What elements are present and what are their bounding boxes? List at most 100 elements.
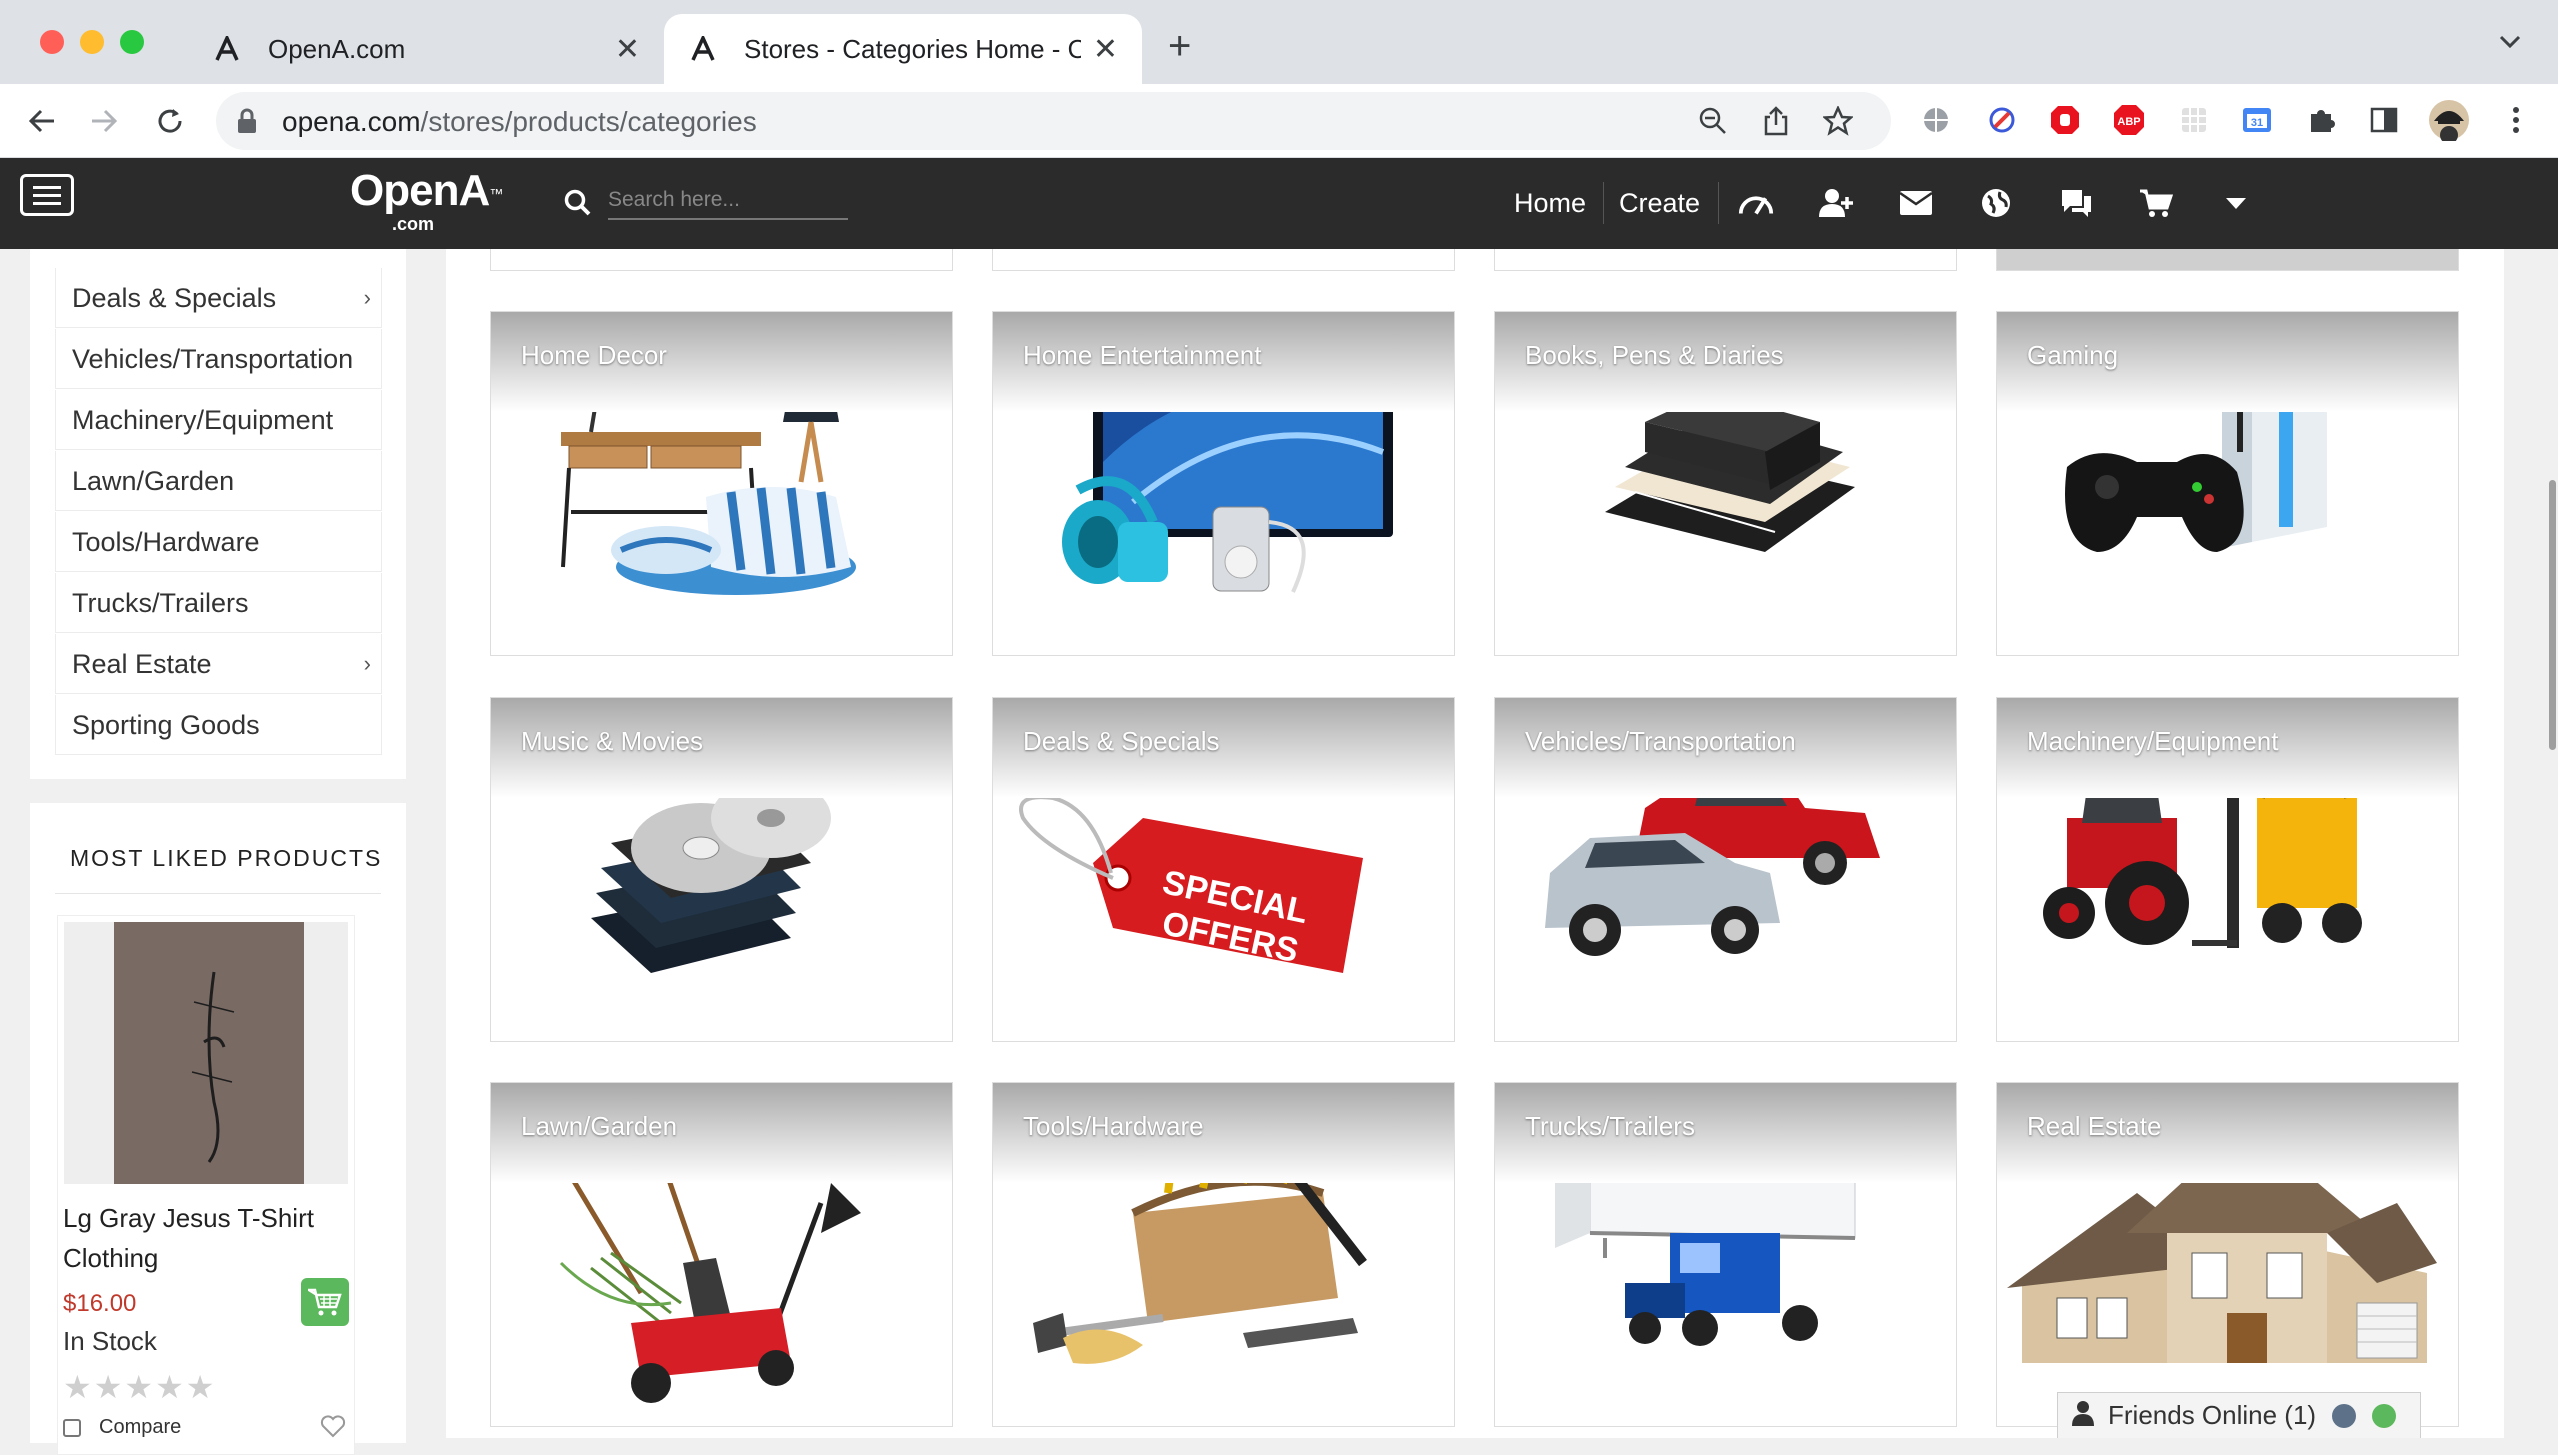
- category-card-gaming[interactable]: Gaming: [1996, 311, 2459, 656]
- category-label[interactable]: Machinery/Equipment: [2027, 726, 2278, 757]
- category-card-tools[interactable]: Tools/Hardware: [992, 1082, 1455, 1427]
- browser-tab-opena[interactable]: OpenA.com ✕: [188, 14, 664, 84]
- zoom-icon[interactable]: [1696, 104, 1730, 138]
- category-card-books[interactable]: Books, Pens & Diaries: [1494, 311, 1957, 656]
- category-label[interactable]: Deals & Specials: [1023, 726, 1220, 757]
- category-card-home-decor[interactable]: Home Decor: [490, 311, 953, 656]
- back-button[interactable]: [22, 101, 62, 141]
- card-stub: [1996, 249, 2459, 271]
- category-card-vehicles[interactable]: Vehicles/Transportation: [1494, 697, 1957, 1042]
- profile-avatar[interactable]: [2428, 99, 2470, 141]
- sidebar-item-lawn-garden[interactable]: Lawn/Garden: [55, 451, 382, 511]
- card-stub: [992, 249, 1455, 271]
- product-card[interactable]: Lg Gray Jesus T-Shirt Clothing $16.00 In…: [57, 915, 355, 1455]
- category-label[interactable]: Tools/Hardware: [1023, 1111, 1204, 1142]
- product-name-link[interactable]: Lg Gray Jesus T-Shirt Clothing: [63, 1198, 353, 1278]
- nav-home-link[interactable]: Home: [1514, 188, 1586, 219]
- browser-menu-icon[interactable]: [2498, 102, 2534, 138]
- tab-title: Stores - Categories Home - Op: [744, 33, 1081, 64]
- category-card-lawn[interactable]: Lawn/Garden: [490, 1082, 953, 1427]
- svg-text:ABP: ABP: [2117, 116, 2140, 128]
- wishlist-heart-icon[interactable]: [320, 1414, 346, 1443]
- sidebar-item-label: Real Estate: [72, 649, 212, 679]
- sidebar-item-sporting-goods[interactable]: Sporting Goods: [55, 695, 382, 755]
- window-minimize-button[interactable]: [80, 30, 104, 54]
- hand-stop-extension-icon[interactable]: [2047, 102, 2083, 138]
- add-to-cart-button[interactable]: [301, 1278, 349, 1326]
- site-search-input[interactable]: [608, 182, 848, 220]
- side-panel-icon[interactable]: [2366, 102, 2402, 138]
- sidebar-item-label: Vehicles/Transportation: [72, 344, 354, 374]
- sidebar-item-tools-hardware[interactable]: Tools/Hardware: [55, 512, 382, 572]
- card-stub: [1494, 249, 1957, 271]
- category-label[interactable]: Home Entertainment: [1023, 340, 1261, 371]
- browser-tab-stores[interactable]: Stores - Categories Home - Op ✕: [664, 14, 1142, 84]
- puzzle-extensions-icon[interactable]: [2303, 102, 2339, 138]
- site-logo[interactable]: OpenA™ .com: [350, 166, 503, 234]
- forward-button[interactable]: [84, 101, 124, 141]
- page-scrollbar[interactable]: [2549, 480, 2556, 750]
- status-dot: [2332, 1403, 2357, 1428]
- grid-extension-icon[interactable]: [2176, 102, 2212, 138]
- calendar-extension-icon[interactable]: 31: [2239, 102, 2275, 138]
- compare-label: Compare: [99, 1416, 182, 1438]
- product-stock-status: In Stock: [63, 1326, 157, 1356]
- nav-create-link[interactable]: Create: [1619, 188, 1700, 219]
- category-label[interactable]: Vehicles/Transportation: [1525, 726, 1796, 757]
- window-close-button[interactable]: [40, 30, 64, 54]
- caret-down-icon[interactable]: [2217, 184, 2255, 222]
- new-tab-button[interactable]: +: [1168, 26, 1191, 66]
- category-card-music[interactable]: Music & Movies: [490, 697, 953, 1042]
- tab-close-icon[interactable]: ✕: [615, 32, 640, 67]
- sidebar-item-vehicles-transportation[interactable]: Vehicles/Transportation: [55, 329, 382, 389]
- category-card-trucks[interactable]: Trucks/Trailers: [1494, 1082, 1957, 1427]
- category-card-deals[interactable]: SPECIAL OFFERS Deals & Specials: [992, 697, 1455, 1042]
- category-card-home-entertainment[interactable]: Home Entertainment: [992, 311, 1455, 656]
- sidebar-item-label: Deals & Specials: [72, 283, 277, 313]
- compare-checkbox[interactable]: Compare: [63, 1416, 181, 1439]
- friends-online-bar[interactable]: Friends Online (1): [2057, 1392, 2421, 1438]
- category-card-realestate[interactable]: Real Estate: [1996, 1082, 2459, 1427]
- add-friend-icon[interactable]: [1817, 184, 1855, 222]
- cart-icon[interactable]: [2137, 184, 2175, 222]
- address-bar[interactable]: opena.com/stores/products/categories: [216, 92, 1891, 150]
- sidebar-item-trucks-trailers[interactable]: Trucks/Trailers: [55, 573, 382, 633]
- category-label[interactable]: Real Estate: [2027, 1111, 2161, 1142]
- share-icon[interactable]: [1759, 104, 1793, 138]
- bookmark-star-icon[interactable]: [1821, 104, 1855, 138]
- nav-divider: [1603, 182, 1604, 224]
- card-stub: [490, 249, 953, 271]
- product-image[interactable]: [64, 922, 348, 1184]
- dashboard-icon[interactable]: [1737, 184, 1775, 222]
- category-label[interactable]: Home Decor: [521, 340, 667, 371]
- category-label[interactable]: Books, Pens & Diaries: [1525, 340, 1784, 371]
- globe-icon[interactable]: [1977, 184, 2015, 222]
- chat-icon[interactable]: [2057, 184, 2095, 222]
- tab-search-chevron-icon[interactable]: [2498, 34, 2522, 55]
- window-maximize-button[interactable]: [120, 30, 144, 54]
- user-icon: [2072, 1400, 2094, 1431]
- chevron-right-icon: ›: [363, 285, 371, 310]
- adblock-plus-icon[interactable]: ABP: [2111, 102, 2147, 138]
- sidebar-item-deals-specials[interactable]: Deals & Specials ›: [55, 268, 382, 328]
- category-card-machinery[interactable]: Machinery/Equipment: [1996, 697, 2459, 1042]
- sidebar-item-real-estate[interactable]: Real Estate ›: [55, 634, 382, 694]
- category-label[interactable]: Gaming: [2027, 340, 2118, 371]
- search-icon[interactable]: [563, 188, 593, 223]
- globe-extension-icon[interactable]: [1918, 102, 1954, 138]
- sidebar-item-machinery-equipment[interactable]: Machinery/Equipment: [55, 390, 382, 450]
- tab-close-icon[interactable]: ✕: [1093, 32, 1118, 67]
- mail-icon[interactable]: [1897, 184, 1935, 222]
- sidebar-item-label: Machinery/Equipment: [72, 405, 334, 435]
- category-label[interactable]: Trucks/Trailers: [1525, 1111, 1695, 1142]
- blocker-extension-icon[interactable]: [1984, 102, 2020, 138]
- category-label[interactable]: Music & Movies: [521, 726, 703, 757]
- hamburger-menu-icon[interactable]: [20, 174, 74, 216]
- category-label[interactable]: Lawn/Garden: [521, 1111, 677, 1142]
- most-liked-title: MOST LIKED PRODUCTS: [70, 845, 383, 871]
- sidebar-item-label: Sporting Goods: [72, 710, 260, 740]
- online-status-dot: [2372, 1403, 2397, 1428]
- product-price: $16.00: [63, 1290, 137, 1317]
- chevron-right-icon: ›: [363, 651, 371, 676]
- reload-button[interactable]: [150, 101, 190, 141]
